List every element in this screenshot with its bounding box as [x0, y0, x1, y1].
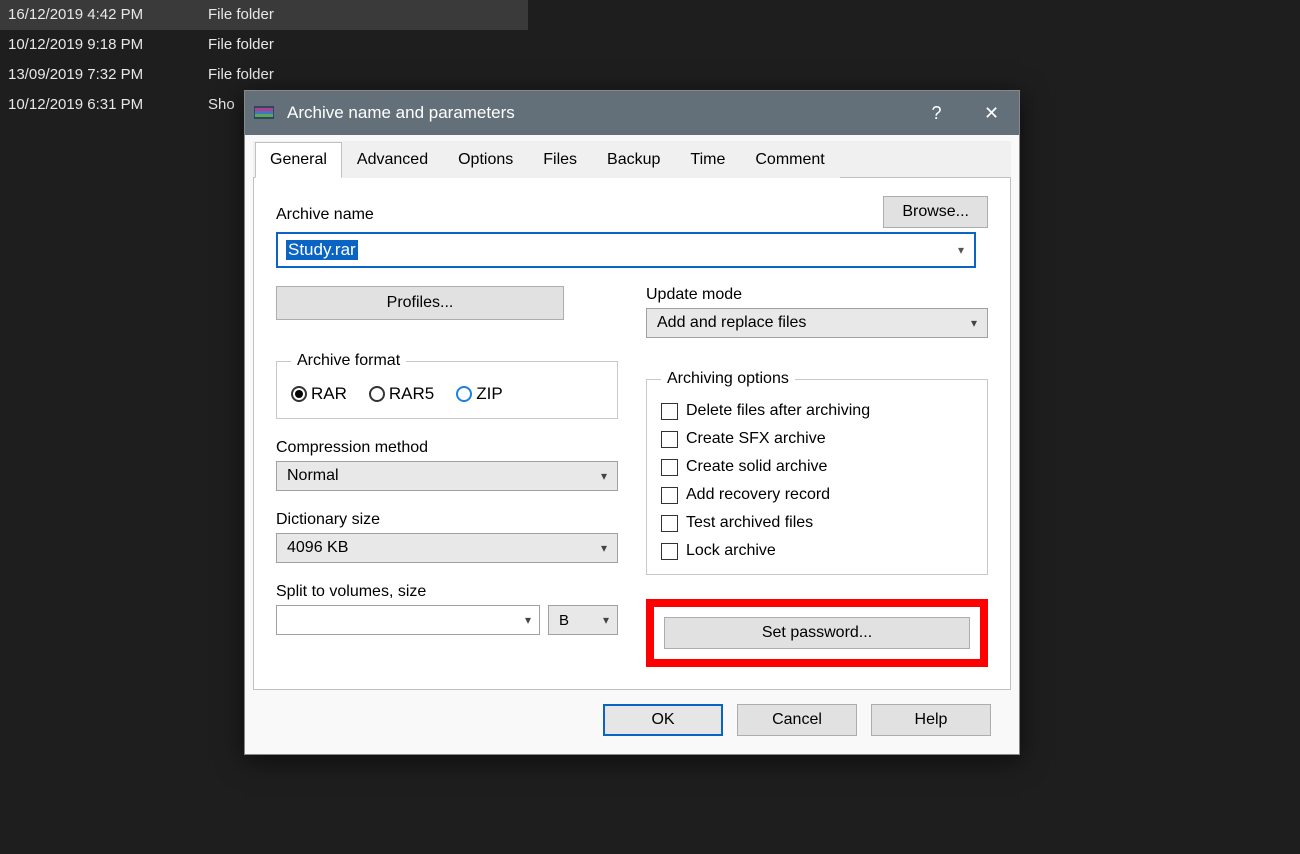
file-row[interactable]: 13/09/2019 7:32 PM File folder	[0, 60, 528, 90]
archive-name-value: Study.rar	[286, 240, 358, 260]
check-delete-after[interactable]: Delete files after archiving	[661, 402, 973, 420]
cancel-button[interactable]: Cancel	[737, 704, 857, 736]
compression-method-select[interactable]: Normal ▾	[276, 461, 618, 491]
split-volumes-unit-select[interactable]: B ▾	[548, 605, 618, 635]
tab-comment[interactable]: Comment	[740, 142, 839, 178]
chevron-down-icon: ▾	[525, 613, 531, 627]
split-volumes-input[interactable]: ▾	[276, 605, 540, 635]
update-mode-label: Update mode	[646, 286, 988, 304]
checkbox-icon	[661, 431, 678, 448]
radio-icon	[369, 386, 385, 402]
format-rar5-radio[interactable]: RAR5	[369, 384, 434, 404]
compression-method-label: Compression method	[276, 439, 618, 457]
help-footer-button[interactable]: Help	[871, 704, 991, 736]
check-recovery[interactable]: Add recovery record	[661, 486, 973, 504]
checkbox-icon	[661, 543, 678, 560]
winrar-icon	[253, 103, 275, 123]
titlebar[interactable]: Archive name and parameters ? ✕	[245, 91, 1019, 135]
file-date: 16/12/2019 4:42 PM	[8, 0, 208, 30]
chevron-down-icon: ▾	[603, 613, 609, 627]
tab-content-general: Archive name Browse... Study.rar ▾ Profi…	[253, 178, 1011, 690]
file-type: File folder	[208, 30, 528, 60]
dialog-title: Archive name and parameters	[287, 103, 909, 123]
check-solid[interactable]: Create solid archive	[661, 458, 973, 476]
dictionary-size-label: Dictionary size	[276, 511, 618, 529]
checkbox-icon	[661, 515, 678, 532]
check-test[interactable]: Test archived files	[661, 514, 973, 532]
split-volumes-label: Split to volumes, size	[276, 583, 618, 601]
tab-options[interactable]: Options	[443, 142, 528, 178]
browse-button[interactable]: Browse...	[883, 196, 988, 228]
dictionary-size-select[interactable]: 4096 KB ▾	[276, 533, 618, 563]
chevron-down-icon: ▾	[958, 243, 964, 257]
set-password-button[interactable]: Set password...	[664, 617, 970, 649]
file-type: File folder	[208, 60, 528, 90]
archive-dialog: Archive name and parameters ? ✕ General …	[244, 90, 1020, 755]
checkbox-icon	[661, 459, 678, 476]
tab-backup[interactable]: Backup	[592, 142, 675, 178]
checkbox-icon	[661, 487, 678, 504]
dialog-body: General Advanced Options Files Backup Ti…	[245, 135, 1019, 754]
file-date: 10/12/2019 6:31 PM	[8, 90, 208, 120]
update-mode-select[interactable]: Add and replace files ▾	[646, 308, 988, 338]
file-date: 10/12/2019 9:18 PM	[8, 30, 208, 60]
radio-icon	[291, 386, 307, 402]
help-button[interactable]: ?	[909, 91, 964, 135]
file-type: File folder	[208, 0, 528, 30]
file-row[interactable]: 16/12/2019 4:42 PM File folder	[0, 0, 528, 30]
profiles-button[interactable]: Profiles...	[276, 286, 564, 320]
chevron-down-icon: ▾	[601, 541, 607, 555]
check-lock[interactable]: Lock archive	[661, 542, 973, 560]
set-password-highlight: Set password...	[646, 599, 988, 667]
tab-time[interactable]: Time	[675, 142, 740, 178]
tab-general[interactable]: General	[255, 142, 342, 178]
check-sfx[interactable]: Create SFX archive	[661, 430, 973, 448]
chevron-down-icon: ▾	[971, 316, 977, 330]
archive-format-label: Archive format	[291, 352, 406, 370]
format-rar-radio[interactable]: RAR	[291, 384, 347, 404]
tab-strip: General Advanced Options Files Backup Ti…	[253, 141, 1011, 178]
radio-icon	[456, 386, 472, 402]
archive-name-input[interactable]: Study.rar ▾	[276, 232, 976, 268]
tab-advanced[interactable]: Advanced	[342, 142, 443, 178]
chevron-down-icon: ▾	[601, 469, 607, 483]
checkbox-icon	[661, 403, 678, 420]
close-button[interactable]: ✕	[964, 91, 1019, 135]
file-row[interactable]: 10/12/2019 9:18 PM File folder	[0, 30, 528, 60]
archive-name-label: Archive name	[276, 206, 863, 224]
archiving-options-label: Archiving options	[661, 370, 795, 388]
dialog-footer: OK Cancel Help	[253, 690, 1011, 742]
ok-button[interactable]: OK	[603, 704, 723, 736]
tab-files[interactable]: Files	[528, 142, 592, 178]
format-zip-radio[interactable]: ZIP	[456, 384, 502, 404]
file-date: 13/09/2019 7:32 PM	[8, 60, 208, 90]
